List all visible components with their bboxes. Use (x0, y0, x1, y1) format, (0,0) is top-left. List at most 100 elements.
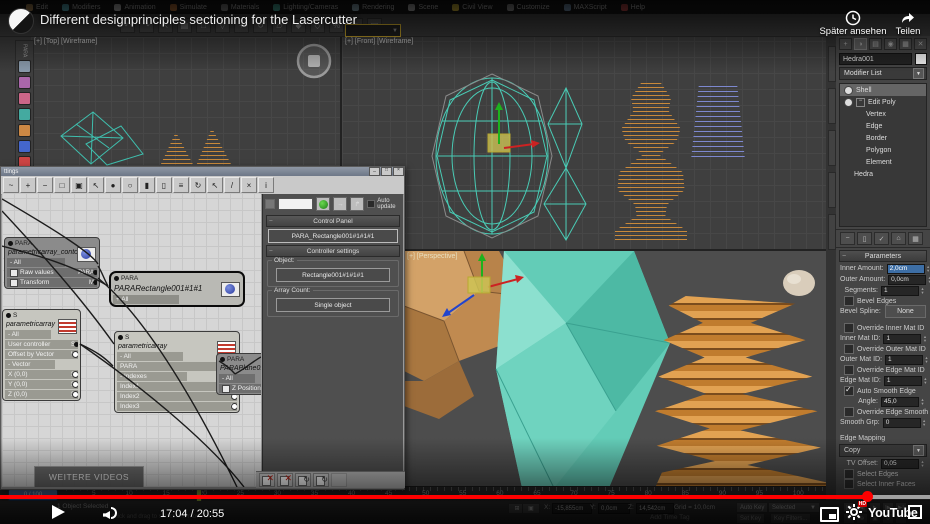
stack-tool-button[interactable]: − (840, 232, 855, 245)
more-videos-button[interactable]: WEITERE VIDEOS (34, 466, 144, 488)
para-section-icon[interactable] (18, 124, 31, 138)
output-port[interactable] (72, 391, 78, 398)
input-port[interactable] (8, 240, 13, 246)
override-smooth-checkbox[interactable] (844, 407, 854, 417)
modifier-stack[interactable]: Shell − Edit Poly Vertex Edge Border Poly… (839, 83, 927, 227)
forward-button[interactable]: → (333, 197, 348, 211)
edit-wire-icon[interactable]: / (224, 177, 240, 193)
stack-tool-button[interactable]: ▯ (857, 232, 872, 245)
output-port[interactable] (72, 371, 78, 378)
spinner[interactable]: ▴ ▾ (923, 355, 930, 365)
menu-item[interactable]: Scene (408, 3, 438, 11)
layout-vertical-icon[interactable]: ▮ (139, 177, 155, 193)
viewport-top[interactable]: [+] [Top] [Wireframe] (31, 36, 340, 166)
controller-settings-rollout[interactable]: Controller settings (266, 245, 400, 257)
smooth-grp-field[interactable]: 0 (882, 417, 921, 428)
node-para-plane[interactable]: PARA PARAPlane0... - All Z Position (216, 353, 261, 395)
stack-item-edit-poly[interactable]: − Edit Poly (840, 96, 926, 108)
add-time-tag[interactable]: Add Time Tag (650, 514, 690, 521)
refresh-node-icon[interactable]: ↻ (295, 473, 311, 487)
y-coordinate-field[interactable]: 0,0cm (598, 503, 630, 514)
x-coordinate-field[interactable]: -15,855cm (552, 503, 592, 514)
selected-node-button[interactable]: PARA_Rectangle001#1#1#1 (268, 229, 398, 243)
play-button[interactable] (52, 505, 65, 519)
delete-node-icon[interactable]: ✕ (259, 473, 275, 487)
pick-node-icon[interactable]: ↖ (207, 177, 223, 193)
checkbox[interactable] (222, 384, 230, 393)
selection-lock-icon[interactable]: ▣ (522, 503, 540, 514)
checkbox[interactable] (10, 268, 18, 277)
para-contour-icon[interactable] (18, 92, 31, 106)
close-button[interactable]: × (393, 167, 404, 176)
para-gear-icon[interactable] (18, 60, 31, 74)
spinner[interactable]: ▴ ▾ (921, 418, 928, 428)
tab-create[interactable]: + (839, 38, 852, 50)
tab-hierarchy[interactable]: ▤ (869, 38, 882, 50)
layout-horizontal-icon[interactable]: ▯ (156, 177, 172, 193)
spinner[interactable]: ▴ ▾ (925, 264, 930, 274)
set-key-button[interactable]: Set Key (736, 513, 766, 524)
array-count-button[interactable]: Single object (276, 298, 390, 312)
hide-unused-icon[interactable]: ○ (122, 177, 138, 193)
menu-item[interactable]: Materials (220, 3, 259, 11)
bent-arrow-button[interactable]: ↱ (350, 197, 365, 211)
object-name-field[interactable]: Hedra001 (839, 53, 912, 65)
output-port[interactable] (93, 270, 97, 275)
stack-item-hedra[interactable]: Hedra (840, 168, 926, 180)
viewport-front-label[interactable]: [+] [Front] [Wireframe] (345, 38, 413, 45)
inner-mat-field[interactable]: 1 (883, 333, 922, 344)
zoom-extents-icon[interactable]: ▣ (71, 177, 87, 193)
viewport-splitter-horizontal[interactable] (342, 249, 826, 251)
input-port[interactable] (118, 334, 123, 340)
bulb-icon[interactable] (844, 85, 853, 95)
viewport-front[interactable]: [+] [Front] [Wireframe] (342, 36, 826, 250)
parameters-rollout[interactable]: Parameters (839, 250, 927, 262)
menu-item[interactable]: Modifiers (62, 3, 100, 11)
delete-wire-icon[interactable]: × (241, 177, 257, 193)
spinner[interactable]: ▴ ▾ (919, 286, 926, 296)
stack-subitem-polygon[interactable]: Polygon (840, 144, 926, 156)
panel-checkbox[interactable] (265, 199, 275, 209)
override-inner-checkbox[interactable] (844, 323, 854, 333)
input-port[interactable] (220, 356, 225, 362)
user-icon[interactable] (331, 473, 347, 487)
menu-item[interactable]: Help (620, 3, 645, 11)
angle-field[interactable]: 45,0 (881, 396, 919, 407)
viewport-perspective[interactable]: [+] [Perspective] (404, 251, 826, 488)
output-port[interactable] (72, 381, 78, 388)
fullscreen-button[interactable] (908, 505, 922, 519)
bevel-spline-button[interactable]: None (884, 305, 926, 318)
input-port[interactable] (114, 275, 119, 281)
output-port[interactable] (72, 351, 78, 358)
input-port[interactable] (6, 312, 11, 318)
override-outer-checkbox[interactable] (844, 344, 854, 354)
auto-update-checkbox[interactable] (367, 200, 376, 208)
stack-subitem-edge[interactable]: Edge (840, 120, 926, 132)
volume-button[interactable] (103, 506, 117, 524)
para-plane-icon[interactable] (18, 140, 31, 154)
menu-item[interactable]: Simulate (169, 3, 207, 11)
para-node-editor-window[interactable]: ttings _ □ × ~ + − □ ▣ ↖ ● ○ ▮ ▯ ≡ ↻ ↖ / × i PARA param… (0, 166, 405, 490)
channel-avatar[interactable] (8, 8, 34, 34)
menu-item[interactable]: Lighting/Cameras (273, 3, 338, 11)
info-icon[interactable]: i (258, 177, 274, 193)
minimize-button[interactable]: _ (369, 167, 380, 176)
para-array-icon[interactable] (18, 76, 31, 90)
node-para-rectangle[interactable]: PARA PARARectangle001#1#1 + All (109, 271, 245, 307)
grid-toggle-icon[interactable]: ≡ (173, 177, 189, 193)
segments-field[interactable]: 1 (881, 285, 919, 296)
spinner[interactable]: ▴ ▾ (919, 459, 926, 469)
viewport-persp-label[interactable]: [+] [Perspective] (407, 253, 457, 260)
spinner[interactable]: ▴ ▾ (922, 376, 929, 386)
selection-set-dropdown[interactable]: Selected ▼ (768, 502, 820, 513)
para-surface-icon[interactable] (18, 108, 31, 122)
select-edges-checkbox[interactable] (844, 469, 854, 479)
collapse-icon[interactable]: − (856, 97, 865, 107)
checkbox[interactable] (10, 278, 18, 287)
name-filter-field[interactable] (278, 198, 314, 210)
zoom-out-icon[interactable]: − (37, 177, 53, 193)
override-edge-checkbox[interactable] (844, 365, 854, 375)
select-node-icon[interactable]: ↖ (88, 177, 104, 193)
video-title[interactable]: Different designprinciples sectioning fo… (40, 12, 357, 27)
menu-item[interactable]: Customize (506, 3, 550, 11)
